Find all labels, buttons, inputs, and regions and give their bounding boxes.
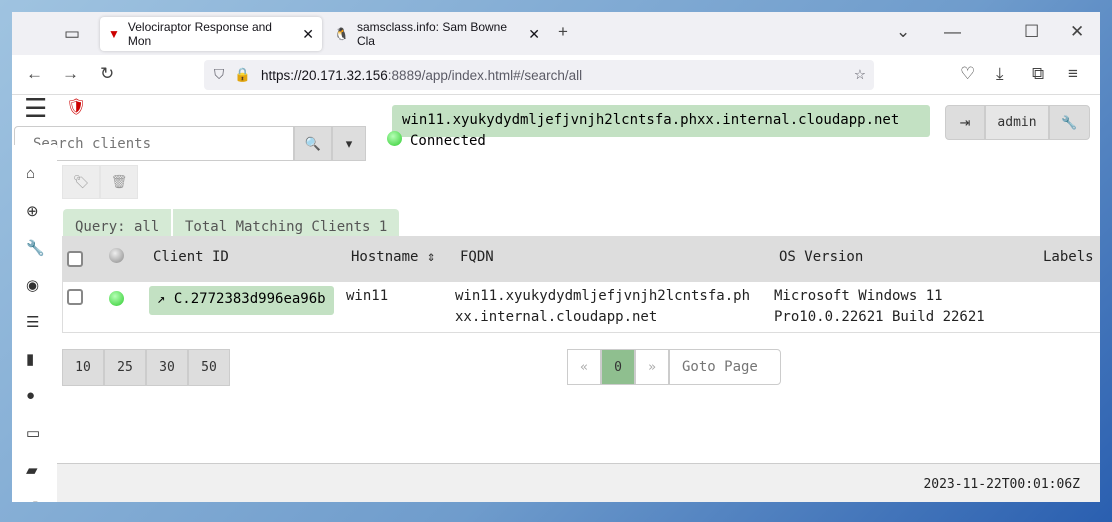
search-options-dropdown[interactable]: ▾ xyxy=(332,126,366,161)
delete-trash-button[interactable]: 🗑 xyxy=(100,165,138,199)
close-tab-icon[interactable]: ✕ xyxy=(528,26,540,43)
history-icon[interactable]: ↺ xyxy=(26,498,39,502)
nav-bar: ← → ↻ ⛉ 🔒 https://20.171.32.156:8889/app/… xyxy=(12,55,1100,95)
velociraptor-logo[interactable]: 🛡 xyxy=(66,97,86,117)
url-host: https://20.171.32.156 xyxy=(260,67,388,83)
lock-icon: 🔒 xyxy=(234,67,251,82)
fqdn-cell: win11.xyukydydmljefjvnjh2lcntsfa.ph xx.in… xyxy=(455,286,750,328)
wrench-icon[interactable]: 🔧 xyxy=(26,239,45,257)
close-window-icon[interactable]: ✕ xyxy=(1070,22,1084,42)
penguin-favicon: 🐧 xyxy=(334,27,349,41)
column-label: Hostname xyxy=(351,249,419,265)
new-tab-icon[interactable]: + xyxy=(558,22,568,42)
select-all-checkbox[interactable] xyxy=(67,251,83,267)
column-client-id[interactable]: Client ID xyxy=(153,249,229,265)
goto-page-input[interactable] xyxy=(669,349,781,385)
column-os-version[interactable]: OS Version xyxy=(779,249,863,265)
os-line: Pro10.0.22621 Build 22621 xyxy=(774,309,985,325)
logout-icon[interactable]: ⇥ xyxy=(945,105,985,140)
column-fqdn[interactable]: FQDN xyxy=(460,249,494,265)
client-id-link[interactable]: ↗ C.2772383d996ea96b xyxy=(149,286,334,315)
menu-icon[interactable]: ≡ xyxy=(1068,64,1078,84)
crosshair-icon[interactable]: ⊕ xyxy=(26,202,39,220)
folder-open-icon[interactable]: ▰ xyxy=(26,461,38,479)
column-labels[interactable]: Labels xyxy=(1043,249,1094,265)
page-size-10[interactable]: 10 xyxy=(62,349,104,386)
hamburger-menu-icon[interactable]: ☰ xyxy=(24,93,47,124)
settings-wrench-icon[interactable]: 🔧 xyxy=(1049,105,1090,140)
minimize-icon[interactable]: — xyxy=(944,22,961,42)
label-tag-button[interactable]: 🏷 xyxy=(62,165,100,199)
forward-icon[interactable]: → xyxy=(62,64,79,84)
velociraptor-app: ☰ 🛡 🔍 ▾ win11.xyukydydmljefjvnjh2lcntsfa… xyxy=(12,93,1100,502)
chevron-down-icon[interactable]: ⌄ xyxy=(896,22,910,42)
sort-icon: ⇕ xyxy=(426,249,436,265)
column-hostname[interactable]: Hostname ⇕ xyxy=(351,249,435,265)
next-page-button[interactable]: » xyxy=(635,349,669,385)
user-button[interactable]: admin xyxy=(985,105,1049,140)
fqdn-line: win11.xyukydydmljefjvnjh2lcntsfa.ph xyxy=(455,288,751,304)
close-tab-icon[interactable]: ✕ xyxy=(302,26,314,43)
page-size-50[interactable]: 50 xyxy=(188,349,230,386)
url-bar[interactable]: ⛉ 🔒 https://20.171.32.156:8889/app/index.… xyxy=(204,60,874,90)
maximize-icon[interactable]: ☐ xyxy=(1024,22,1039,42)
os-line: Microsoft Windows 11 xyxy=(774,288,943,304)
bookmark-star-icon[interactable]: ☆ xyxy=(854,67,866,83)
search-button[interactable]: 🔍 xyxy=(294,126,332,161)
status-column-icon xyxy=(109,248,124,263)
download-icon[interactable]: ⤓ xyxy=(996,64,1004,84)
prev-page-button[interactable]: « xyxy=(567,349,601,385)
tab-list-icon[interactable]: ▭ xyxy=(64,24,80,44)
back-icon[interactable]: ← xyxy=(26,64,43,84)
client-id-text: C.2772383d996ea96b xyxy=(173,291,326,307)
connected-status-icon xyxy=(387,131,402,146)
user-icon[interactable]: ● xyxy=(26,387,35,404)
laptop-icon[interactable]: ▭ xyxy=(26,424,40,442)
page-size-30[interactable]: 30 xyxy=(146,349,188,386)
eye-icon[interactable]: ◉ xyxy=(26,276,39,294)
book-icon[interactable]: ▮ xyxy=(26,350,34,368)
fqdn-line: xx.internal.cloudapp.net xyxy=(455,309,658,325)
online-status-icon xyxy=(109,291,124,306)
extensions-icon[interactable]: ⧉ xyxy=(1032,64,1044,84)
page-size-25[interactable]: 25 xyxy=(104,349,146,386)
reload-icon[interactable]: ↻ xyxy=(100,64,114,84)
shield-icon: ⛉ xyxy=(214,67,225,82)
row-checkbox[interactable] xyxy=(67,289,83,305)
tab-samsclass[interactable]: 🐧 samsclass.info: Sam Bowne Cla ✕ xyxy=(326,17,548,51)
url-path: :8889/app/index.html#/search/all xyxy=(387,67,583,83)
connection-status: Connected xyxy=(410,133,486,149)
velociraptor-favicon: ▼ xyxy=(108,27,120,41)
timestamp: 2023-11-22T00:01:06Z xyxy=(923,477,1080,492)
browser-window: ▭ ▼ Velociraptor Response and Mon ✕ 🐧 sam… xyxy=(12,12,1100,502)
home-icon[interactable]: ⌂ xyxy=(26,165,35,182)
external-link-icon: ↗ xyxy=(157,291,166,307)
pocket-icon[interactable]: ♡ xyxy=(960,64,975,84)
hostname-cell: win11 xyxy=(346,288,389,304)
sidebar: ⌂ ⊕ 🔧 ◉ ☰ ▮ ● ▭ ▰ ↺ xyxy=(12,145,57,502)
server-icon[interactable]: ☰ xyxy=(26,313,39,331)
os-version-cell: Microsoft Windows 11 Pro10.0.22621 Build … xyxy=(774,286,985,328)
tab-bar: ▭ ▼ Velociraptor Response and Mon ✕ 🐧 sam… xyxy=(12,12,1100,55)
current-page-button[interactable]: 0 xyxy=(601,349,635,385)
tab-velociraptor[interactable]: ▼ Velociraptor Response and Mon ✕ xyxy=(100,17,322,51)
footer: 2023-11-22T00:01:06Z xyxy=(57,463,1100,502)
